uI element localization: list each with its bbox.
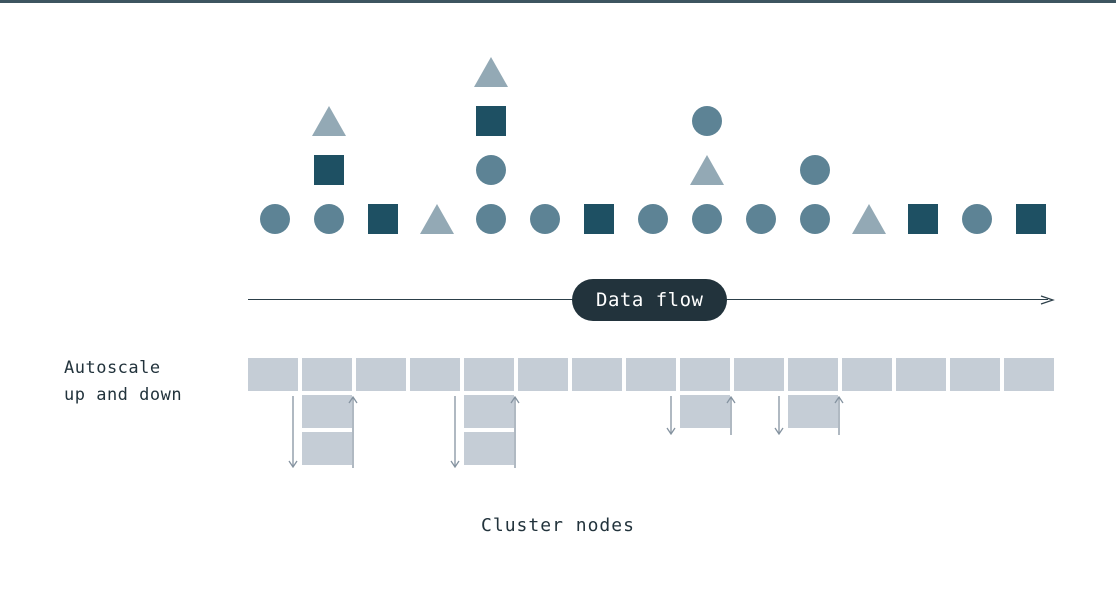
cluster-node-box	[626, 358, 676, 391]
shape-column	[410, 204, 464, 253]
scale-up-arrow-icon	[346, 396, 360, 468]
node-column	[788, 358, 838, 432]
node-column	[302, 358, 352, 469]
cluster-node-grid	[248, 358, 1060, 488]
square-shape-icon	[584, 204, 614, 234]
shape-column	[626, 204, 680, 253]
node-column	[248, 358, 298, 395]
cluster-node-box	[788, 358, 838, 391]
triangle-shape-icon	[852, 204, 886, 234]
data-flow-label: Data flow	[596, 289, 704, 311]
circle-shape-icon	[638, 204, 668, 234]
cluster-node-box	[302, 395, 352, 428]
circle-shape-icon	[800, 204, 830, 234]
cluster-node-box	[464, 358, 514, 391]
cluster-node-box	[734, 358, 784, 391]
shape-column	[950, 204, 1004, 253]
cluster-node-box	[464, 395, 514, 428]
shape-column	[896, 204, 950, 253]
square-shape-icon	[368, 204, 398, 234]
cluster-nodes-caption: Cluster nodes	[481, 515, 635, 536]
node-column	[1004, 358, 1054, 395]
shape-column	[680, 106, 734, 253]
cluster-node-box	[464, 432, 514, 465]
square-shape-icon	[314, 155, 344, 185]
square-shape-icon	[908, 204, 938, 234]
cluster-node-box	[302, 358, 352, 391]
autoscale-label: Autoscale up and down	[64, 355, 254, 409]
shape-column	[356, 204, 410, 253]
node-column	[734, 358, 784, 395]
autoscale-label-line2: up and down	[64, 385, 183, 405]
cluster-node-box	[680, 395, 730, 428]
node-column	[356, 358, 406, 395]
cluster-node-box	[248, 358, 298, 391]
circle-shape-icon	[314, 204, 344, 234]
scale-down-arrow-icon	[448, 396, 462, 468]
node-column	[464, 358, 514, 469]
shape-column	[788, 155, 842, 253]
triangle-shape-icon	[474, 57, 508, 87]
circle-shape-icon	[476, 204, 506, 234]
autoscale-label-line1: Autoscale	[64, 358, 161, 378]
node-column	[626, 358, 676, 395]
node-column	[842, 358, 892, 395]
shape-column	[464, 57, 518, 253]
cluster-node-box	[518, 358, 568, 391]
cluster-node-box	[788, 395, 838, 428]
circle-shape-icon	[476, 155, 506, 185]
data-flow-axis: Data flow	[248, 279, 1056, 321]
square-shape-icon	[476, 106, 506, 136]
event-stream-shape-field	[0, 3, 1116, 253]
circle-shape-icon	[746, 204, 776, 234]
circle-shape-icon	[800, 155, 830, 185]
node-column	[518, 358, 568, 395]
scale-down-arrow-icon	[286, 396, 300, 468]
node-column	[410, 358, 460, 395]
node-column	[950, 358, 1000, 395]
shape-column	[842, 204, 896, 253]
scale-up-arrow-icon	[724, 396, 738, 435]
cluster-node-box	[356, 358, 406, 391]
cluster-node-box	[410, 358, 460, 391]
scale-up-arrow-icon	[508, 396, 522, 468]
cluster-node-box	[950, 358, 1000, 391]
triangle-shape-icon	[690, 155, 724, 185]
circle-shape-icon	[692, 204, 722, 234]
shape-column	[248, 204, 302, 253]
square-shape-icon	[1016, 204, 1046, 234]
shape-column	[1004, 204, 1058, 253]
circle-shape-icon	[692, 106, 722, 136]
triangle-shape-icon	[420, 204, 454, 234]
shape-column	[734, 204, 788, 253]
cluster-node-box	[680, 358, 730, 391]
diagram-canvas: Data flow Autoscale up and down Cluster …	[0, 0, 1116, 591]
cluster-node-box	[302, 432, 352, 465]
triangle-shape-icon	[312, 106, 346, 136]
scale-down-arrow-icon	[664, 396, 678, 435]
cluster-node-box	[1004, 358, 1054, 391]
arrow-right-icon	[1040, 292, 1056, 308]
cluster-node-box	[572, 358, 622, 391]
cluster-node-box	[896, 358, 946, 391]
shape-column	[518, 204, 572, 253]
data-flow-badge: Data flow	[572, 279, 728, 321]
circle-shape-icon	[530, 204, 560, 234]
node-column	[896, 358, 946, 395]
circle-shape-icon	[962, 204, 992, 234]
shape-column	[302, 106, 356, 253]
circle-shape-icon	[260, 204, 290, 234]
shape-column	[572, 204, 626, 253]
scale-up-arrow-icon	[832, 396, 846, 435]
scale-down-arrow-icon	[772, 396, 786, 435]
node-column	[572, 358, 622, 395]
cluster-node-box	[842, 358, 892, 391]
node-column	[680, 358, 730, 432]
